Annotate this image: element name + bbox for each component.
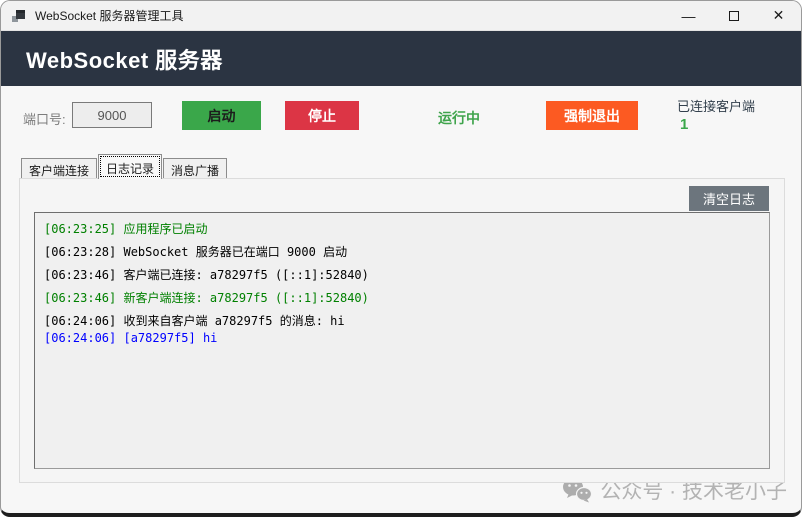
log-entry: [06:23:25] 应用程序已启动 xyxy=(44,221,760,238)
window-title: WebSocket 服务器管理工具 xyxy=(35,7,183,24)
app-header: WebSocket 服务器 xyxy=(1,31,801,86)
window-controls: — ✕ xyxy=(666,1,801,30)
log-entry: [06:23:46] 新客户端连接: a78297f5 ([::1]:52840… xyxy=(44,290,760,307)
tab-client-connections[interactable]: 客户端连接 xyxy=(21,158,97,179)
close-button[interactable]: ✕ xyxy=(756,1,801,30)
log-entry: [06:24:06] 收到来自客户端 a78297f5 的消息: hi xyxy=(44,313,760,330)
close-icon: ✕ xyxy=(773,7,785,24)
minimize-icon: — xyxy=(682,8,696,24)
log-entry: [06:23:46] 客户端已连接: a78297f5 ([::1]:52840… xyxy=(44,267,760,284)
maximize-icon xyxy=(729,11,739,21)
title-bar: WebSocket 服务器管理工具 — ✕ xyxy=(1,1,801,31)
minimize-button[interactable]: — xyxy=(666,1,711,30)
log-tab-panel: 清空日志 [06:23:25] 应用程序已启动 [06:23:28] WebSo… xyxy=(19,178,785,483)
connected-clients-label: 已连接客户端 xyxy=(677,96,755,115)
maximize-button[interactable] xyxy=(711,1,756,30)
port-input[interactable] xyxy=(72,102,152,128)
stop-button[interactable]: 停止 xyxy=(285,101,359,130)
app-header-title: WebSocket 服务器 xyxy=(26,43,223,75)
log-entry: [06:23:28] WebSocket 服务器已在端口 9000 启动 xyxy=(44,244,760,261)
clear-log-button[interactable]: 清空日志 xyxy=(689,186,769,211)
tab-message-broadcast[interactable]: 消息广播 xyxy=(163,158,227,179)
force-exit-button[interactable]: 强制退出 xyxy=(546,101,638,130)
port-label: 端口号: xyxy=(23,109,66,128)
app-window: WebSocket 服务器管理工具 — ✕ WebSocket 服务器 端口号:… xyxy=(0,0,802,517)
tab-strip: 客户端连接 日志记录 消息广播 xyxy=(21,156,228,179)
log-entry: [06:24:06] [a78297f5] hi xyxy=(44,330,760,347)
connected-clients-count: 1 xyxy=(680,116,688,133)
log-output[interactable]: [06:23:25] 应用程序已启动 [06:23:28] WebSocket … xyxy=(34,212,770,469)
app-icon xyxy=(11,8,27,24)
start-button[interactable]: 启动 xyxy=(182,101,261,130)
tab-log-records[interactable]: 日志记录 xyxy=(98,154,162,179)
server-status-text: 运行中 xyxy=(438,108,480,128)
